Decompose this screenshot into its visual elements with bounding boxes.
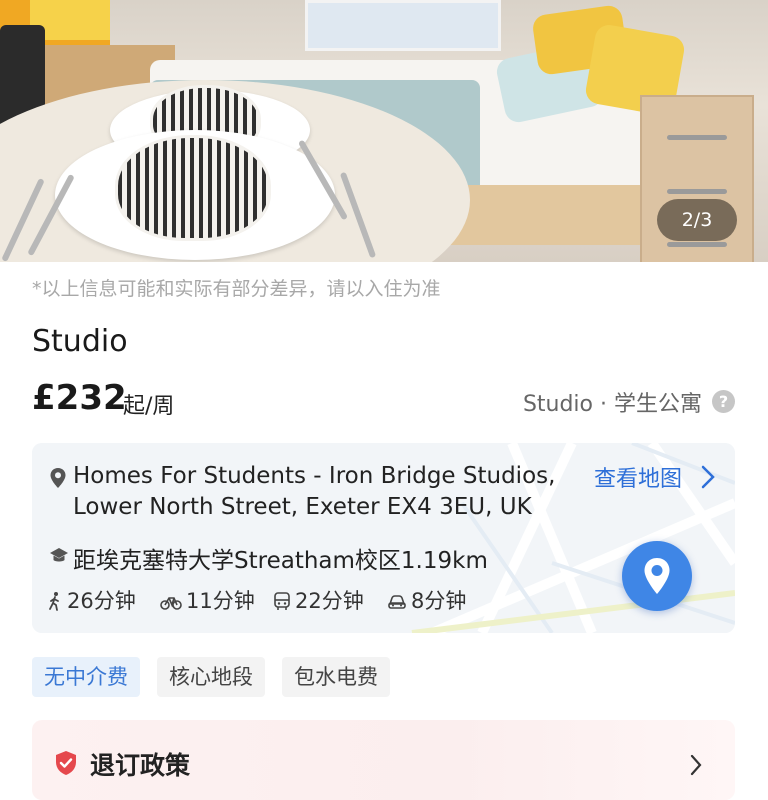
bus-icon [274, 592, 290, 610]
address: Homes For Students - Iron Bridge Studios… [73, 461, 573, 523]
address-line-2: Lower North Street, Exeter EX4 3EU, UK [73, 494, 532, 520]
price-unit: 起/周 [123, 394, 175, 419]
map-pin-icon [644, 558, 670, 594]
help-icon[interactable]: ? [712, 390, 735, 413]
listing-details: *以上信息可能和实际有部分差异，请以入住为准 Studio £232 起/周 S… [0, 262, 768, 800]
shield-icon [56, 751, 76, 775]
room-type: Studio · 学生公寓 [522, 392, 702, 417]
car-time: 8分钟 [411, 589, 467, 613]
tag-central-location: 核心地段 [157, 657, 265, 697]
walk-time: 26分钟 [67, 589, 136, 613]
chevron-right-icon[interactable] [700, 465, 716, 489]
bicycle-icon [160, 597, 182, 610]
cancellation-policy-card[interactable]: 退订政策 [32, 720, 735, 800]
chevron-right-icon[interactable] [689, 754, 703, 776]
map-pin-button[interactable] [622, 541, 692, 611]
walking-icon [49, 592, 59, 611]
address-line-1: Homes For Students - Iron Bridge Studios… [73, 463, 556, 489]
tag-no-agency-fee: 无中介费 [32, 657, 140, 697]
graduation-cap-icon [50, 548, 68, 562]
disclaimer-text: *以上信息可能和实际有部分差异，请以入住为准 [32, 278, 441, 300]
policy-title: 退订政策 [90, 751, 191, 780]
tag-bills-included: 包水电费 [282, 657, 390, 697]
property-photo[interactable] [0, 0, 768, 262]
commute-walk: 26分钟 [47, 585, 136, 615]
bike-time: 11分钟 [186, 589, 255, 613]
listing-title: Studio [32, 324, 128, 359]
price: £232 [32, 378, 127, 418]
commute-car: 8分钟 [387, 585, 466, 615]
bus-time: 22分钟 [295, 589, 364, 613]
car-icon [388, 595, 406, 609]
view-map-link[interactable]: 查看地图 [594, 461, 682, 493]
location-card[interactable]: Homes For Students - Iron Bridge Studios… [32, 443, 735, 633]
location-pin-icon [50, 468, 66, 488]
photo-counter: 2/3 [657, 199, 737, 241]
commute-bus: 22分钟 [273, 585, 364, 615]
commute-bike: 11分钟 [160, 585, 255, 615]
university-distance: 距埃克塞特大学Streatham校区1.19km [73, 548, 488, 574]
